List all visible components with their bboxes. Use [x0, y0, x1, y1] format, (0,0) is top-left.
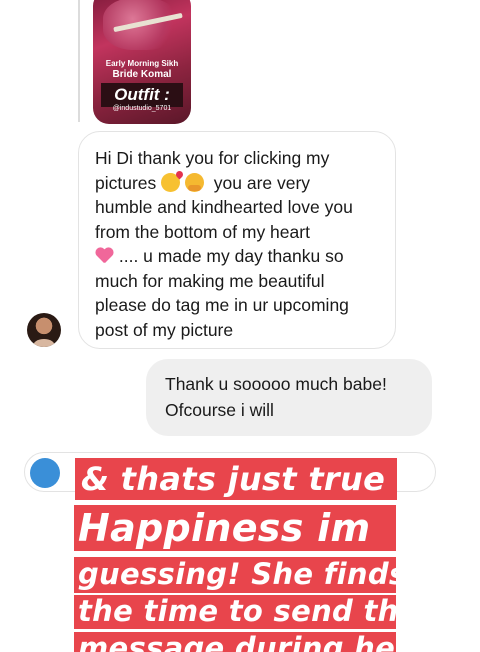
story-text-line-1: Early Morning Sikh — [105, 59, 179, 68]
story-text-line-2: Bride Komal — [112, 69, 172, 80]
message-line: from the bottom of my heart — [95, 221, 310, 242]
caption-line-3: guessing! She finds — [74, 557, 396, 593]
caption-line-4: the time to send this — [74, 595, 396, 629]
caption-line-5: message during her — [74, 632, 396, 652]
message-line: post of my picture — [95, 319, 234, 340]
caption-line-2: Happiness im — [74, 505, 396, 551]
incoming-message-bubble[interactable]: Hi Di thank you for clicking my pictures… — [78, 131, 396, 349]
message-line: humble and kindhearted love you — [95, 197, 353, 217]
sender-avatar[interactable] — [27, 313, 61, 347]
message-line: .... u made my day thanku so — [95, 244, 381, 269]
message-line: Ofcourse i will — [165, 400, 274, 420]
message-line: please do tag me in ur upcoming — [95, 295, 349, 315]
message-line: Thank u sooooo much babe! — [165, 374, 387, 394]
caption-line-1: & thats just true — [75, 458, 397, 500]
face-blowing-kiss-icon — [161, 172, 181, 192]
growing-heart-icon — [95, 248, 114, 265]
shared-story-thumbnail[interactable]: Early Morning Sikh Bride Komal Outfit : … — [93, 0, 191, 124]
next-message-avatar[interactable] — [30, 458, 60, 488]
message-line: much for making me beautiful — [95, 270, 325, 291]
story-text-outfit: Outfit : — [101, 83, 183, 107]
reply-thread-line — [78, 0, 80, 122]
hugging-face-icon — [185, 172, 205, 192]
message-line: Hi Di thank you for clicking my — [95, 148, 330, 168]
message-line: pictures you are very — [95, 172, 311, 193]
story-credit: @industudio_5701 — [112, 105, 172, 112]
outgoing-message-bubble[interactable]: Thank u sooooo much babe! Ofcourse i wil… — [146, 359, 432, 436]
